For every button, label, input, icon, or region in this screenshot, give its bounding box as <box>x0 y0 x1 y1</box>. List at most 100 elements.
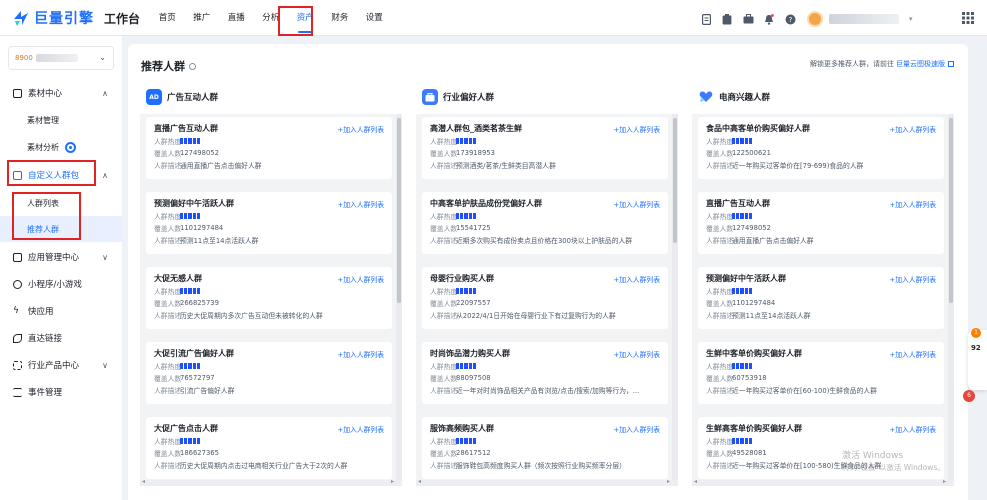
audience-card[interactable]: 服饰高频购买人群 +加入人群列表 人群热度 覆盖人数 28617512 人群描述 服饰鞋包高… <box>422 417 668 479</box>
heat-bar <box>192 437 196 444</box>
audience-card[interactable]: 生鲜中客单价购买偏好人群 +加入人群列表 人群热度 覆盖人数 60753918 人群描述近… <box>698 342 944 404</box>
user-name-blurred[interactable] <box>829 14 899 24</box>
vertical-scrollbar[interactable] <box>948 114 954 486</box>
desc-label: 人群描述 <box>154 386 182 395</box>
heat-row: 人群热度 <box>154 435 384 446</box>
scrollbar-thumb[interactable] <box>673 118 677 243</box>
audience-card[interactable]: 预测偏好中午活跃人群 +加入人群列表 人群热度 覆盖人数 1101297484 人群描述预… <box>698 267 944 329</box>
add-to-list-button[interactable]: +加入人群列表 <box>338 424 384 434</box>
chevron-down-icon[interactable]: ▾ <box>909 15 913 23</box>
heat-bar <box>460 137 464 144</box>
document-icon[interactable] <box>700 13 712 25</box>
scroll-left-icon[interactable]: ◂ <box>694 478 697 485</box>
clipboard-icon[interactable] <box>721 13 733 25</box>
horizontal-scrollbar[interactable]: ◂ ▸ <box>140 478 402 486</box>
audience-card[interactable]: 大促引流广告偏好人群 +加入人群列表 人群热度 覆盖人数 76572797 人群描述 引流广… <box>146 342 392 404</box>
desc-label: 人群描述 <box>430 461 458 470</box>
sidebar-item-label: 素材分析 <box>27 142 59 152</box>
heat-bar <box>732 362 736 369</box>
add-to-list-button[interactable]: +加入人群列表 <box>614 424 660 434</box>
heat-bar <box>180 287 184 294</box>
audience-card[interactable]: 大促无感人群 +加入人群列表 人群热度 覆盖人数 266825739 人群描述 历史大促周期… <box>146 267 392 329</box>
nav-settings[interactable]: 设置 <box>357 0 392 36</box>
apps-grid-icon[interactable] <box>962 12 974 24</box>
heat-bar <box>460 212 464 219</box>
add-to-list-button[interactable]: +加入人群列表 <box>338 274 384 284</box>
cover-label: 覆盖人数 <box>430 374 458 383</box>
horizontal-scrollbar[interactable]: ◂ ▸ <box>416 478 678 486</box>
add-to-list-button[interactable]: +加入人群列表 <box>890 274 936 284</box>
horizontal-scrollbar[interactable]: ◂ ▸ <box>692 478 954 486</box>
scroll-left-icon[interactable]: ◂ <box>418 478 421 485</box>
add-to-list-button[interactable]: +加入人群列表 <box>614 124 660 134</box>
floating-assistant-panel[interactable]: 1 92 <box>968 328 987 390</box>
add-to-list-button[interactable]: +加入人群列表 <box>890 349 936 359</box>
sidebar-item-direct-link[interactable]: 直达链接 <box>0 325 122 351</box>
heat-bar <box>196 137 200 144</box>
add-to-list-button[interactable]: +加入人群列表 <box>890 424 936 434</box>
sidebar-item-material-analysis[interactable]: 素材分析 <box>0 134 122 160</box>
sidebar-item-material-manage[interactable]: 素材管理 <box>0 107 122 133</box>
image-icon <box>13 88 22 98</box>
desc-value: 历史大促周期内点击过电商相关行业广告大于2次的人群 <box>180 461 348 470</box>
watermark-line1: 激活 Windows <box>842 451 904 461</box>
sidebar-group-industry-product[interactable]: 行业产品中心 ∨ <box>0 352 122 378</box>
scrollbar-thumb[interactable] <box>949 118 953 303</box>
heat-bar <box>180 212 184 219</box>
audience-card[interactable]: 中高客单护肤品成份党偏好人群 +加入人群列表 人群热度 覆盖人数 15541725 人群描… <box>422 192 668 254</box>
add-to-list-button[interactable]: +加入人群列表 <box>614 274 660 284</box>
heat-bar <box>460 437 464 444</box>
user-avatar[interactable] <box>807 11 823 27</box>
scroll-right-icon[interactable]: ▸ <box>391 478 394 485</box>
audience-card[interactable]: 直播广告互动人群 +加入人群列表 人群热度 覆盖人数 127498052 人群描述 通用直播… <box>146 117 392 179</box>
sidebar-group-app-center[interactable]: 应用管理中心 ∨ <box>0 244 122 270</box>
audience-card[interactable]: 直播广告互动人群 +加入人群列表 人群热度 覆盖人数 127498052 人群描述 通用直播… <box>698 192 944 254</box>
audience-card[interactable]: 母婴行业购买人群 +加入人群列表 人群热度 覆盖人数 22097557 人群描述 从2022… <box>422 267 668 329</box>
add-to-list-button[interactable]: +加入人群列表 <box>338 199 384 209</box>
sidebar-group-material-center[interactable]: 素材中心 ∧ <box>0 80 122 106</box>
heat-label: 人群热度 <box>154 362 182 371</box>
add-to-list-button[interactable]: +加入人群列表 <box>614 349 660 359</box>
audience-card[interactable]: 高潜人群包_酒类茗茶生鲜 +加入人群列表 人群热度 覆盖人数 173918953 人群描述… <box>422 117 668 179</box>
desc-row: 人群描述 预测11点至14点活跃人群 <box>706 309 936 320</box>
scroll-right-icon[interactable]: ▸ <box>667 478 670 485</box>
audience-card[interactable]: 预测偏好中午活跃人群 +加入人群列表 人群热度 覆盖人数 1101297484 人群描述预… <box>146 192 392 254</box>
info-icon[interactable] <box>189 62 196 70</box>
brand-logo[interactable]: 巨量引擎 工作台 <box>12 8 140 28</box>
nav-finance[interactable]: 财务 <box>323 0 358 36</box>
add-to-list-button[interactable]: +加入人群列表 <box>338 124 384 134</box>
external-link-icon[interactable] <box>948 61 954 67</box>
heat-meter <box>732 437 753 444</box>
help-icon[interactable]: ? <box>784 13 796 25</box>
vertical-scrollbar[interactable] <box>672 114 678 486</box>
heat-bar <box>184 437 188 444</box>
desc-value: 近一年购买过客单价在[79-699)食品的人群 <box>732 161 864 170</box>
audience-card[interactable]: 大促广告点击人群 +加入人群列表 人群热度 覆盖人数 186627365 人群描述 历史大促… <box>146 417 392 479</box>
add-to-list-button[interactable]: +加入人群列表 <box>890 124 936 134</box>
audience-card[interactable]: 时尚饰品潜力购买人群 +加入人群列表 人群热度 覆盖人数 88097508 人群描述 近一年… <box>422 342 668 404</box>
scroll-right-icon[interactable]: ▸ <box>943 478 946 485</box>
sidebar-item-event-manage[interactable]: 事件管理 <box>0 379 122 405</box>
heat-bar <box>744 137 748 144</box>
bell-icon[interactable] <box>763 13 775 25</box>
add-to-list-button[interactable]: +加入人群列表 <box>614 199 660 209</box>
yuntu-link[interactable]: 巨量云图极速版 <box>896 59 945 69</box>
heat-bar <box>196 437 200 444</box>
cover-label: 覆盖人数 <box>430 299 458 308</box>
vertical-scrollbar[interactable] <box>396 114 402 486</box>
sidebar-item-miniapp[interactable]: 小程序/小游戏 <box>0 271 122 297</box>
nav-live[interactable]: 直播 <box>219 0 254 36</box>
add-to-list-button[interactable]: +加入人群列表 <box>890 199 936 209</box>
scrollbar-thumb[interactable] <box>397 118 401 303</box>
account-selector[interactable]: 8900 ⌄ <box>8 46 114 70</box>
scroll-left-icon[interactable]: ◂ <box>142 478 145 485</box>
add-to-list-button[interactable]: +加入人群列表 <box>338 349 384 359</box>
nav-home[interactable]: 首页 <box>150 0 185 36</box>
heat-label: 人群热度 <box>430 137 458 146</box>
audience-card[interactable]: 食品中高客单价购买偏好人群 +加入人群列表 人群热度 覆盖人数 122500621 人群描… <box>698 117 944 179</box>
sidebar-item-quick-app[interactable]: ϟ 快应用 <box>0 298 122 324</box>
message-bubble-icon[interactable]: 6 <box>963 390 975 402</box>
nav-promotion[interactable]: 推广 <box>185 0 220 36</box>
chevron-down-icon: ⌄ <box>99 53 106 62</box>
briefcase-icon[interactable] <box>742 13 754 25</box>
